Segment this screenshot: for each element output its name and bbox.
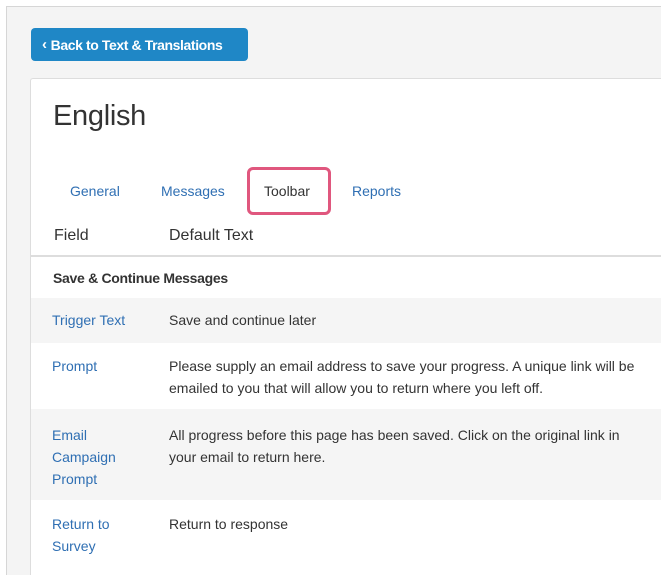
field-link[interactable]: Prompt: [52, 355, 97, 377]
default-text-value: Return to response: [169, 516, 289, 532]
field-link[interactable]: Return to Survey: [52, 513, 142, 557]
default-text-value: Save and continue later: [169, 312, 317, 328]
table-header: Field Default Text: [31, 217, 661, 257]
table-row: Trigger Text Save and continue later: [31, 298, 661, 343]
default-text-value: All progress before this page has been s…: [169, 427, 620, 465]
column-header-default-text: Default Text: [169, 227, 254, 244]
back-to-text-translations-button[interactable]: ‹ Back to Text & Translations: [31, 28, 248, 61]
language-panel: English General Messages Toolbar Reports…: [30, 78, 661, 575]
back-button-label: Back to Text & Translations: [50, 36, 223, 53]
table-row: Email Campaign Prompt All progress befor…: [31, 409, 661, 500]
tab-reports[interactable]: Reports: [352, 183, 401, 199]
table-row: Return to Survey Return to response: [31, 500, 661, 575]
default-text-value: Please supply an email address to save y…: [169, 358, 635, 396]
field-link[interactable]: Trigger Text: [52, 309, 125, 331]
field-link[interactable]: Email Campaign Prompt: [52, 424, 142, 490]
tab-general[interactable]: General: [70, 183, 120, 199]
page-title: English: [53, 100, 147, 132]
tab-highlight-annotation: [247, 167, 331, 215]
section-header: Save & Continue Messages: [31, 259, 661, 298]
section-title: Save & Continue Messages: [53, 270, 228, 286]
tab-messages[interactable]: Messages: [161, 183, 225, 199]
column-header-field: Field: [54, 227, 89, 244]
chevron-left-icon: ‹: [42, 36, 47, 53]
table-row: Prompt Please supply an email address to…: [31, 343, 661, 409]
